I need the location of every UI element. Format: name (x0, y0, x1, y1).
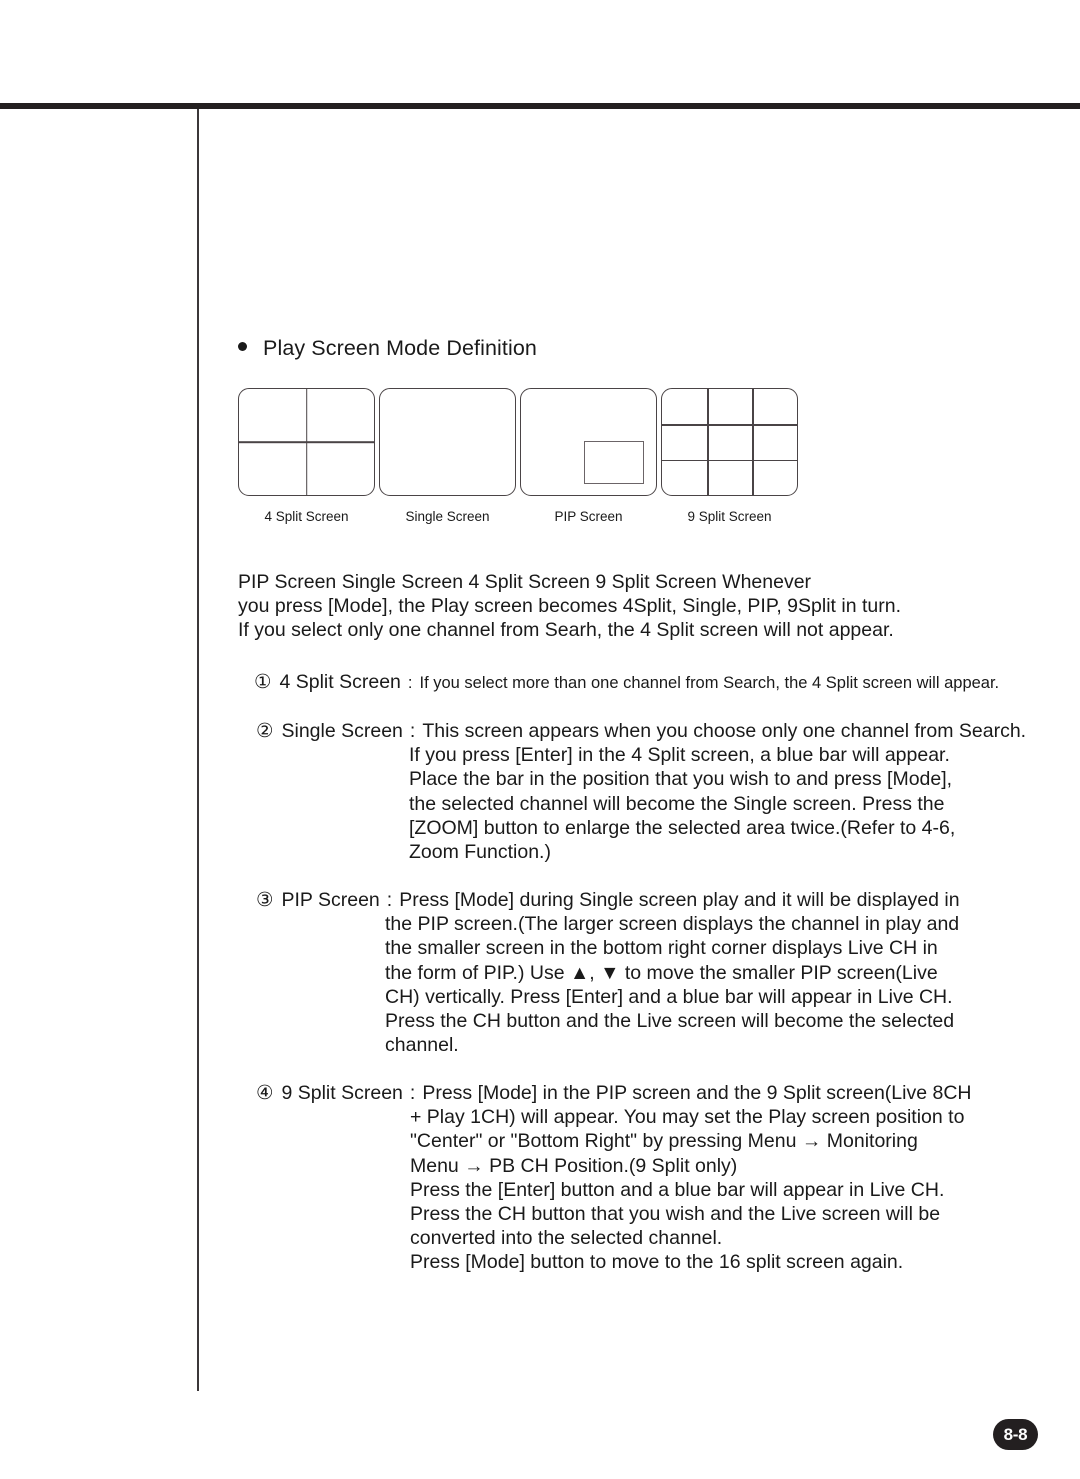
intro-paragraph: PIP Screen Single Screen 4 Split Screen … (238, 571, 998, 642)
item-continuation-block: the PIP screen.(The larger screen displa… (385, 912, 960, 1057)
page-top-rule (0, 103, 1080, 109)
item-continuation-line: Press the CH button that you wish and th… (410, 1203, 941, 1226)
item-continuation-line: If you press [Enter] in the 4 Split scre… (409, 744, 950, 767)
item-description: This screen appears when you choose only… (422, 720, 1027, 742)
item-continuation-line: + Play 1CH) will appear. You may set the… (410, 1106, 965, 1129)
item-continuation-line: channel. (385, 1034, 459, 1057)
item-continuation-line: Zoom Function.) (409, 841, 551, 864)
item-colon: : (409, 1082, 416, 1104)
item-colon: : (407, 674, 413, 692)
section-heading-label: Play Screen Mode Definition (263, 336, 537, 360)
item-marker: ④ (256, 1082, 274, 1104)
list-item-4-split-screen: ① 4 Split Screen : If you select more th… (254, 670, 999, 695)
item-continuation-line: the form of PIP.) Use ▲, ▼ to move the s… (385, 961, 938, 984)
page-number-badge: 8-8 (993, 1419, 1038, 1450)
item-continuation-line: converted into the selected channel. (410, 1227, 723, 1250)
item-continuation-line: the PIP screen.(The larger screen displa… (385, 913, 960, 936)
diagram-caption: PIP Screen (554, 509, 623, 524)
item-continuation-block: If you press [Enter] in the 4 Split scre… (409, 743, 1026, 864)
grid-lines (662, 389, 797, 495)
item-continuation-line: Press [Mode] button to move to the 16 sp… (410, 1251, 904, 1274)
list-item-9-split-screen: ④ 9 Split Screen : Press [Mode] in the P… (256, 1081, 971, 1275)
page-vertical-rule (197, 109, 199, 1391)
item-continuation-line: CH) vertically. Press [Enter] and a blue… (385, 985, 953, 1008)
intro-line: PIP Screen Single Screen 4 Split Screen … (238, 571, 812, 593)
item-continuation-line: "Center" or "Bottom Right" by pressing M… (410, 1130, 918, 1153)
diagram-9-split: 9 Split Screen (659, 388, 800, 524)
item-colon: : (409, 720, 416, 742)
item-description: Press [Mode] during Single screen play a… (399, 889, 960, 911)
pip-inset-box (584, 441, 644, 484)
item-colon: : (386, 889, 393, 911)
diagram-pip: PIP Screen (518, 388, 659, 524)
diagram-single: Single Screen (377, 388, 518, 524)
item-marker: ③ (256, 889, 274, 911)
item-description: Press [Mode] in the PIP screen and the 9… (422, 1082, 972, 1104)
diagram-4-split: 4 Split Screen (236, 388, 377, 524)
list-item-single-screen: ② Single Screen : This screen appears wh… (256, 719, 1026, 864)
item-continuation-line: Press the CH button and the Live screen … (385, 1010, 955, 1033)
item-description: If you select more than one channel from… (419, 674, 1000, 692)
item-label: 4 Split Screen (279, 671, 401, 693)
list-item-pip-screen: ③ PIP Screen : Press [Mode] during Singl… (256, 888, 960, 1057)
screen-mode-diagram-row: 4 Split Screen Single Screen PIP Screen … (236, 388, 800, 524)
item-continuation-line: [ZOOM] button to enlarge the selected ar… (409, 816, 956, 839)
item-continuation-line: Menu → PB CH Position.(9 Split only) (410, 1154, 738, 1177)
item-marker: ① (254, 671, 272, 693)
item-continuation-line: the selected channel will become the Sin… (409, 792, 945, 815)
screen-box-9-split (661, 388, 798, 496)
item-continuation-line: Place the bar in the position that you w… (409, 768, 953, 791)
section-heading: Play Screen Mode Definition (238, 336, 537, 361)
screen-box-4-split (238, 388, 375, 496)
intro-line: you press [Mode], the Play screen become… (238, 594, 901, 617)
item-continuation-line: the smaller screen in the bottom right c… (385, 937, 938, 960)
screen-box-pip (520, 388, 657, 496)
diagram-caption: Single Screen (405, 509, 490, 524)
item-label: PIP Screen (281, 889, 380, 911)
diagram-caption: 4 Split Screen (264, 509, 349, 524)
item-continuation-block: + Play 1CH) will appear. You may set the… (410, 1105, 971, 1274)
item-marker: ② (256, 720, 274, 742)
item-label: Single Screen (281, 720, 403, 742)
screen-box-single (379, 388, 516, 496)
bullet-icon (238, 342, 247, 351)
diagram-caption: 9 Split Screen (687, 509, 772, 524)
item-continuation-line: Press the [Enter] button and a blue bar … (410, 1178, 945, 1201)
item-label: 9 Split Screen (281, 1082, 403, 1104)
intro-line: If you select only one channel from Sear… (238, 618, 894, 641)
